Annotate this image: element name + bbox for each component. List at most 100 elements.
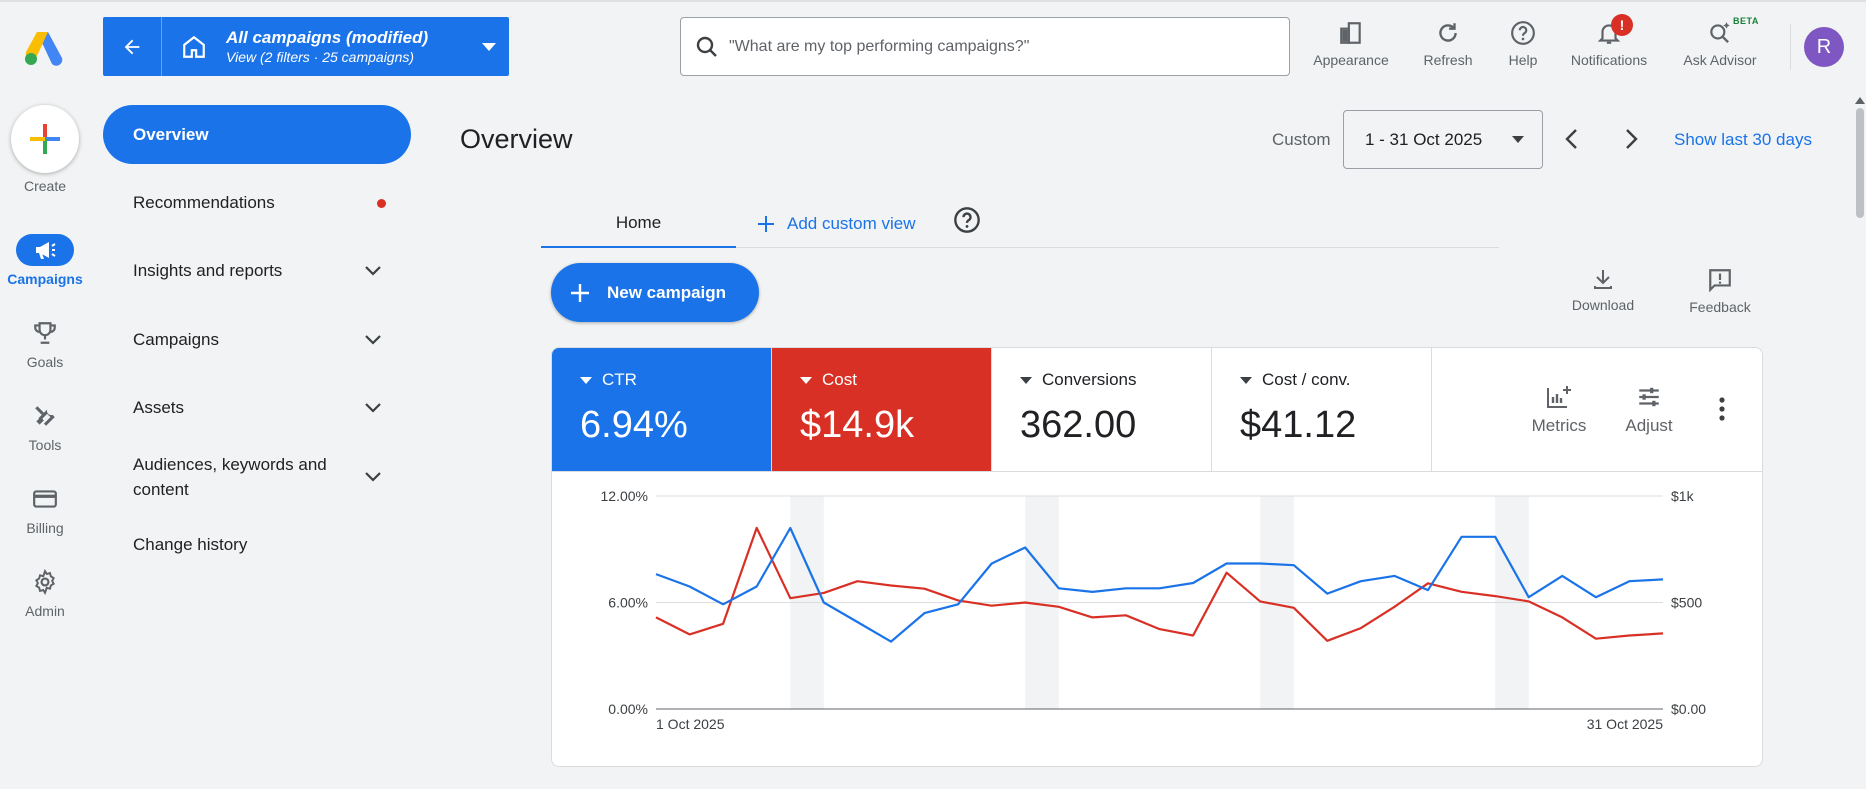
new-campaign-button[interactable]: New campaign	[551, 263, 759, 322]
chevron-down-icon	[365, 403, 381, 413]
refresh-label: Refresh	[1423, 52, 1473, 68]
y-left-tick-label: 0.00%	[608, 701, 648, 717]
metric-cost-per-conv[interactable]: Cost / conv. $41.12	[1212, 348, 1432, 472]
beta-tag: BETA	[1733, 16, 1759, 26]
sidebar-item-label: Assets	[133, 398, 185, 417]
help-label: Help	[1508, 52, 1538, 68]
metric-label-text: Cost	[822, 370, 857, 389]
dropdown-triangle-icon	[1020, 376, 1032, 384]
advisor-icon	[1710, 22, 1730, 44]
ask-advisor-button[interactable]: Ask Advisor BETA	[1675, 16, 1765, 76]
metric-label: Cost	[800, 370, 991, 390]
dropdown-triangle-icon	[800, 376, 812, 384]
sidebar-item-assets[interactable]: Assets	[103, 395, 411, 421]
y-right-tick-label: $0.00	[1671, 701, 1706, 717]
sidebar-item-change-history[interactable]: Change history	[103, 532, 411, 558]
performance-card: CTR 6.94% Cost $14.9k Conversions 362.00…	[551, 347, 1763, 767]
avatar[interactable]: R	[1804, 27, 1844, 67]
scrollbar-thumb[interactable]	[1856, 108, 1864, 218]
rail-pill	[16, 400, 74, 432]
metric-value: 6.94%	[580, 404, 688, 446]
home-icon	[183, 35, 205, 58]
sidebar-item-campaigns[interactable]: Campaigns	[103, 327, 411, 353]
sidebar-item-label: Recommendations	[133, 193, 275, 212]
scroll-up-arrow-icon[interactable]	[1855, 97, 1865, 104]
chevron-down-icon	[365, 266, 381, 276]
feedback-button[interactable]: Feedback	[1685, 267, 1755, 315]
download-label: Download	[1571, 297, 1635, 313]
sidebar-item-label: Audiences, keywords and content	[133, 455, 327, 499]
y-left-tick-label: 6.00%	[608, 595, 648, 611]
previous-period-icon[interactable]	[1562, 127, 1582, 151]
rail-item-tools[interactable]: Tools	[0, 400, 90, 453]
megaphone-icon	[36, 242, 56, 259]
next-period-icon[interactable]	[1621, 127, 1641, 151]
more-options-icon[interactable]	[1717, 396, 1727, 422]
sidebar-item-insights-and-reports[interactable]: Insights and reports	[103, 258, 411, 284]
metric-cost[interactable]: Cost $14.9k	[772, 348, 992, 472]
add-custom-view-label: Add custom view	[787, 214, 916, 233]
rail-item-campaigns[interactable]: Campaigns	[0, 234, 90, 287]
rail-pill	[16, 317, 74, 349]
performance-line-chart: 12.00% $1k 6.00% $500 0.00% $0.00 1 Oct 2025 31…	[601, 488, 1707, 732]
metric-label: Cost / conv.	[1240, 370, 1431, 390]
metric-ctr[interactable]: CTR 6.94%	[552, 348, 772, 472]
refresh-button[interactable]: Refresh	[1418, 20, 1478, 76]
create-button[interactable]	[11, 105, 79, 173]
sidebar-item-audiences[interactable]: Audiences, keywords and content	[103, 452, 411, 502]
scope-title: All campaigns (modified)	[226, 27, 429, 47]
dropdown-triangle-icon	[580, 376, 592, 384]
dropdown-triangle-icon	[1240, 376, 1252, 384]
rail-item-admin[interactable]: Admin	[0, 566, 90, 619]
help-circle-icon[interactable]	[953, 206, 981, 234]
y-left-tick-label: 12.00%	[601, 488, 648, 504]
rail-item-goals[interactable]: Goals	[0, 317, 90, 370]
date-range-picker[interactable]: 1 - 31 Oct 2025	[1343, 110, 1543, 169]
help-button[interactable]: Help	[1503, 20, 1543, 76]
rail-label-billing: Billing	[26, 520, 64, 536]
metric-conversions[interactable]: Conversions 362.00	[992, 348, 1212, 472]
search-box[interactable]	[680, 17, 1290, 76]
metric-value: $14.9k	[800, 404, 915, 446]
adjust-label: Adjust	[1625, 416, 1673, 435]
tab-home[interactable]: Home	[541, 200, 736, 248]
search-input[interactable]	[729, 37, 1269, 56]
trophy-icon	[34, 322, 56, 344]
metric-label-text: Conversions	[1042, 370, 1137, 389]
scope-subtitle: View (2 filters · 25 campaigns)	[226, 48, 415, 65]
scope-dropdown[interactable]	[469, 42, 509, 51]
chevron-down-icon	[365, 472, 381, 482]
home-icon-wrap	[162, 34, 226, 60]
chart-add-icon	[1547, 386, 1571, 408]
notifications-label: Notifications	[1570, 52, 1648, 68]
adjust-button[interactable]: Adjust	[1614, 384, 1684, 436]
download-button[interactable]: Download	[1568, 267, 1638, 313]
feedback-label: Feedback	[1689, 299, 1751, 315]
notifications-button[interactable]: Notifications !	[1561, 14, 1657, 76]
account-scope-selector[interactable]: All campaigns (modified) View (2 filters…	[103, 17, 509, 76]
rail-item-billing[interactable]: Billing	[0, 483, 90, 536]
gear-icon	[35, 569, 55, 595]
appearance-label: Appearance	[1313, 52, 1389, 68]
metric-label: Conversions	[1020, 370, 1211, 390]
rail-label-campaigns: Campaigns	[7, 271, 83, 287]
metrics-button[interactable]: Metrics	[1524, 384, 1594, 436]
appearance-button[interactable]: Appearance	[1309, 20, 1393, 76]
sidebar-item-recommendations[interactable]: Recommendations	[103, 190, 411, 216]
x-start-label: 1 Oct 2025	[656, 716, 725, 732]
metrics-label: Metrics	[1531, 416, 1587, 435]
sidebar-item-overview[interactable]: Overview	[103, 105, 411, 164]
metric-label-text: CTR	[602, 370, 637, 389]
tools-icon	[35, 406, 55, 426]
google-ads-logo-icon[interactable]	[22, 28, 66, 66]
rail-label-tools: Tools	[28, 437, 62, 453]
show-last-30-days-link[interactable]: Show last 30 days	[1674, 130, 1812, 150]
page-title: Overview	[460, 124, 573, 154]
sliders-icon	[1639, 387, 1659, 407]
rail-pill	[16, 566, 74, 598]
rail-label-admin: Admin	[25, 603, 65, 619]
plus-icon	[571, 283, 589, 302]
back-button[interactable]	[103, 17, 162, 76]
tab-add-custom-view[interactable]: Add custom view	[757, 200, 916, 248]
notification-badge: !	[1611, 14, 1633, 36]
